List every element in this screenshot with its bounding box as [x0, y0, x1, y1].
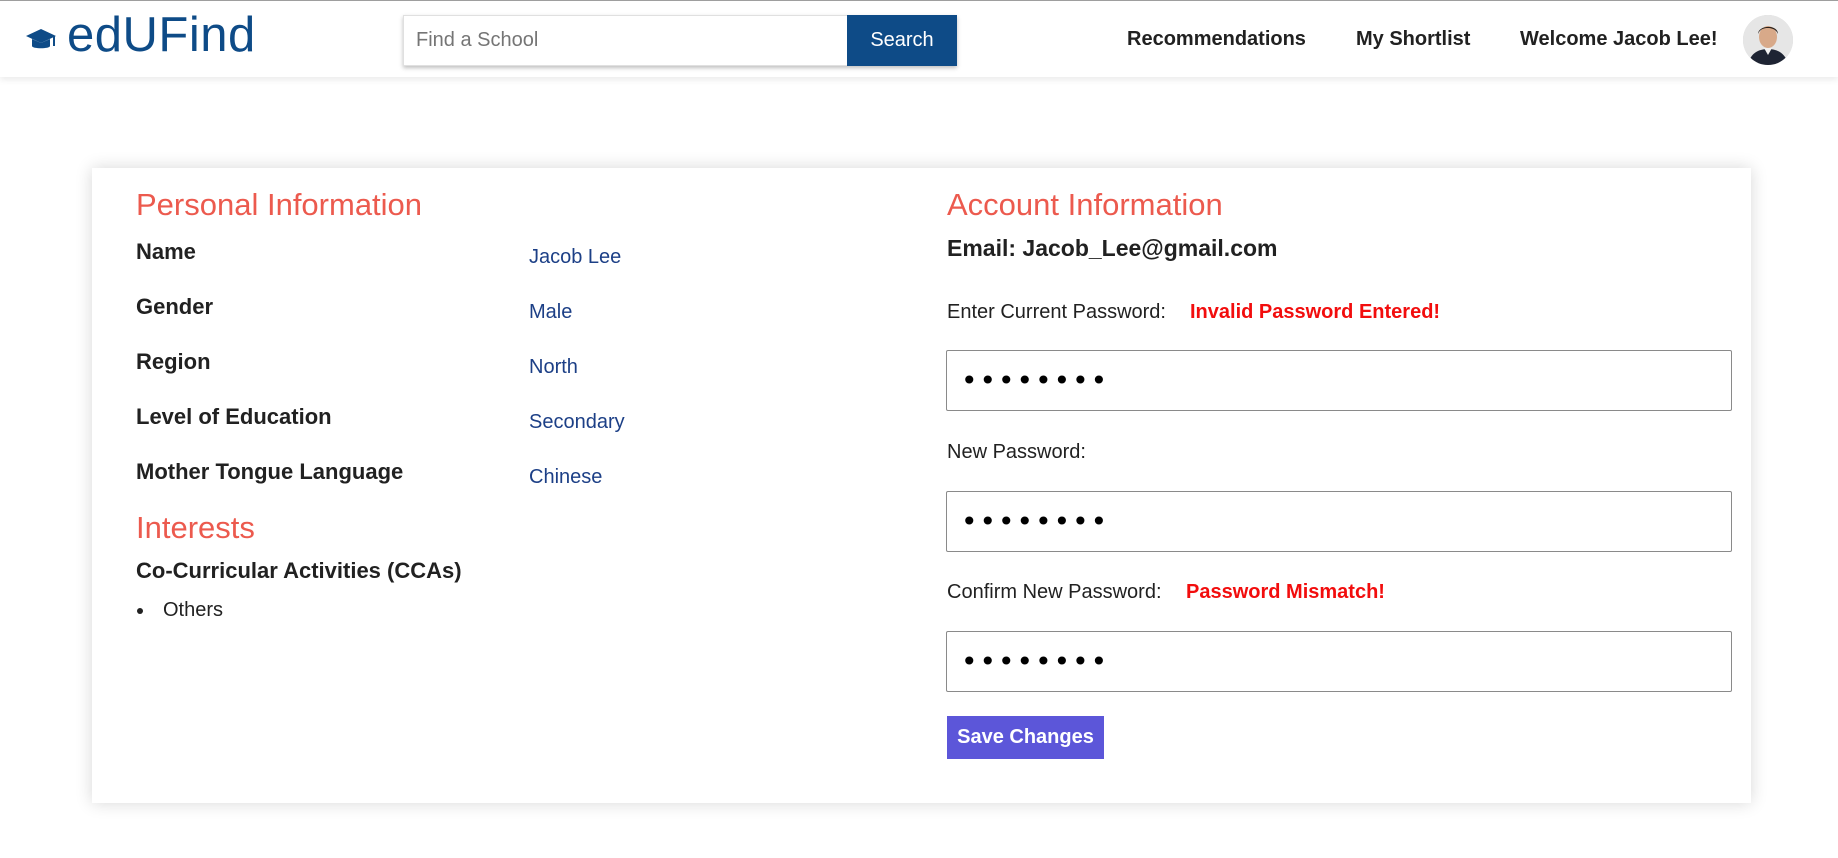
name-label: Name: [136, 239, 196, 264]
region-value: North: [529, 356, 578, 378]
nav-recommendations[interactable]: Recommendations: [1127, 28, 1306, 51]
confirm-password-label: Confirm New Password:: [947, 581, 1162, 603]
ccas-label: Co-Curricular Activities (CCAs): [136, 558, 462, 583]
current-password-error: Invalid Password Entered!: [1190, 301, 1441, 323]
interests-heading: Interests: [136, 510, 255, 545]
account-information-heading: Account Information: [947, 187, 1223, 222]
avatar[interactable]: [1743, 15, 1793, 65]
brand-logo[interactable]: edUFind: [25, 7, 256, 63]
top-navigation-bar: edUFind Search Recommendations My Shortl…: [0, 0, 1838, 77]
current-password-field[interactable]: [946, 350, 1732, 411]
nav-my-shortlist[interactable]: My Shortlist: [1356, 28, 1470, 51]
name-value: Jacob Lee: [529, 246, 622, 268]
gender-label: Gender: [136, 294, 214, 319]
save-changes-button[interactable]: Save Changes: [947, 716, 1104, 759]
current-password-label: Enter Current Password:: [947, 301, 1166, 323]
new-password-field[interactable]: [946, 491, 1732, 552]
graduation-cap-icon: [25, 26, 57, 56]
confirm-password-error: Password Mismatch!: [1186, 581, 1385, 603]
search-button[interactable]: Search: [847, 15, 957, 66]
education-level-label: Level of Education: [136, 404, 332, 429]
new-password-label: New Password:: [947, 441, 1086, 463]
email-display: Email: Jacob_Lee@gmail.com: [947, 235, 1278, 261]
profile-card: Personal Information Name Jacob Lee Gend…: [92, 168, 1751, 803]
mother-tongue-label: Mother Tongue Language: [136, 459, 404, 484]
cca-list-item: Others: [163, 599, 224, 621]
school-search: Search: [403, 15, 957, 66]
education-level-value: Secondary: [529, 411, 625, 433]
welcome-message: Welcome Jacob Lee!: [1520, 28, 1718, 50]
search-input[interactable]: [403, 15, 847, 66]
gender-value: Male: [529, 301, 573, 323]
brand-name: edUFind: [67, 8, 256, 62]
mother-tongue-value: Chinese: [529, 466, 603, 488]
confirm-password-field[interactable]: [946, 631, 1732, 692]
list-bullet: [137, 608, 143, 614]
personal-information-heading: Personal Information: [136, 187, 423, 222]
region-label: Region: [136, 349, 211, 374]
